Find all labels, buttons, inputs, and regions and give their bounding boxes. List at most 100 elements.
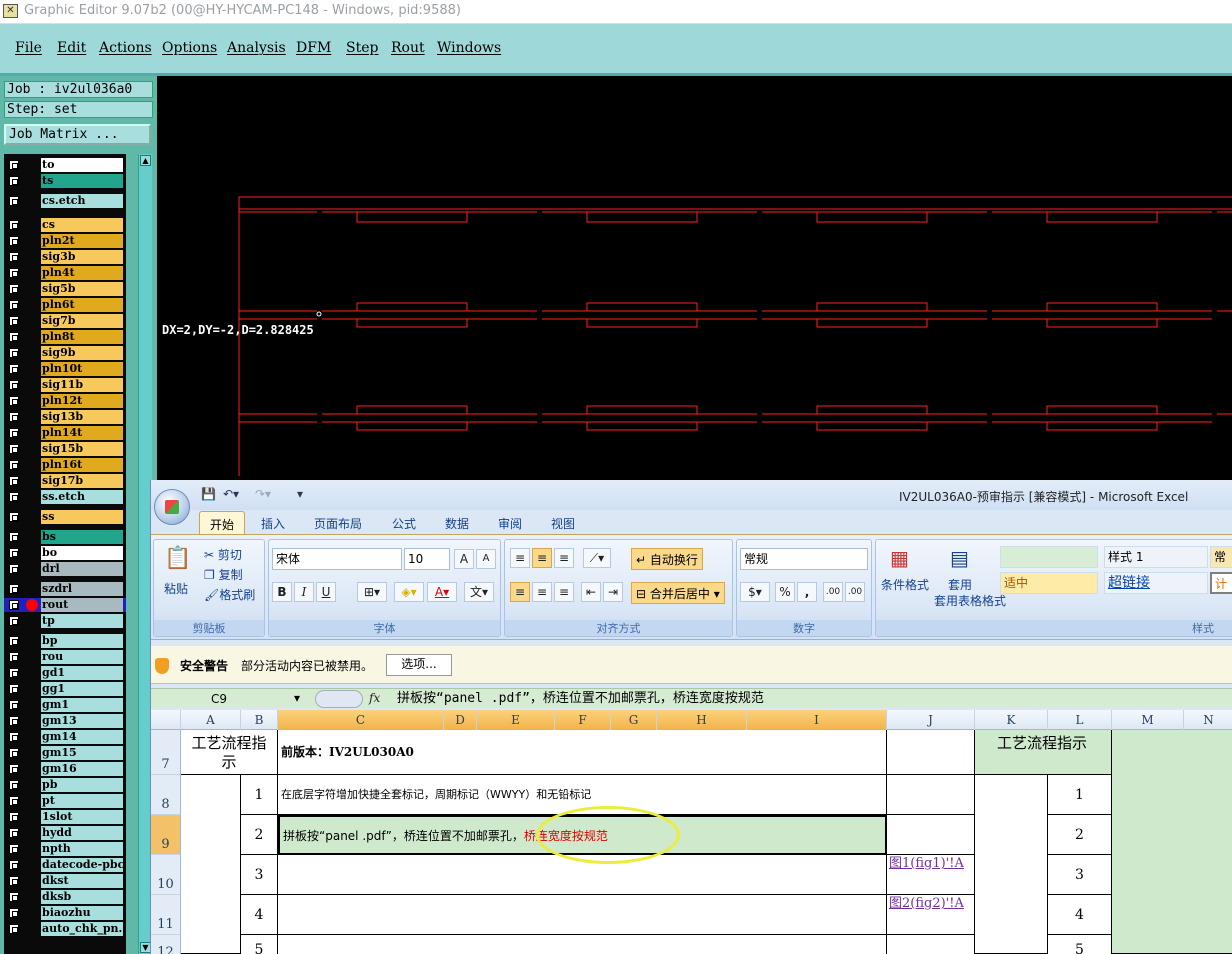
layer-checkbox[interactable] [9, 876, 19, 886]
layer-checkbox[interactable] [9, 860, 19, 870]
layer-checkbox[interactable] [9, 532, 19, 542]
layer-row-pln16t[interactable]: pln16t [4, 458, 126, 472]
cell-c7[interactable]: 前版本：IV2UL030A0 [278, 730, 887, 775]
decrease-decimal-button[interactable]: .00 [845, 582, 865, 602]
layer-row-gm1[interactable]: gm1 [4, 698, 126, 712]
layer-row-sig11b[interactable]: sig11b [4, 378, 126, 392]
menu-actions[interactable]: Actions [99, 40, 152, 56]
layer-row-sig17b[interactable]: sig17b [4, 474, 126, 488]
cell-l11[interactable]: 4 [1048, 895, 1112, 935]
font-color-icon[interactable]: A▾ [427, 582, 457, 602]
layer-row-hydd[interactable]: hydd [4, 826, 126, 840]
col-header-c[interactable]: C [278, 710, 444, 730]
italic-button[interactable]: I [294, 582, 314, 602]
redo-icon[interactable]: ↷▾ [255, 487, 271, 501]
col-header-d[interactable]: D [444, 710, 477, 730]
cell-c12[interactable] [278, 935, 887, 954]
worksheet-grid[interactable]: 7 8 9 10 11 12 工艺流程指示 1 2 3 4 5 前版本：IV2U… [151, 730, 1232, 954]
layer-checkbox[interactable] [9, 160, 19, 170]
layer-checkbox[interactable] [9, 512, 19, 522]
layer-checkbox[interactable] [9, 428, 19, 438]
layer-row-tp[interactable]: tp [4, 614, 126, 628]
tab-formulas[interactable]: 公式 [392, 515, 416, 532]
comma-button[interactable]: , [797, 582, 817, 602]
bold-button[interactable]: B [272, 582, 292, 602]
layer-checkbox[interactable] [9, 492, 19, 502]
col-header-k[interactable]: K [975, 710, 1048, 730]
table-format-icon[interactable]: ▤ [950, 546, 969, 570]
cell-b9[interactable]: 2 [241, 815, 278, 855]
cell-j10[interactable]: 图1(fig1)'!A [887, 855, 975, 895]
layer-checkbox[interactable] [9, 780, 19, 790]
layer-row-gm15[interactable]: gm15 [4, 746, 126, 760]
qat-customize-icon[interactable]: ▾ [297, 487, 303, 501]
grow-font-icon[interactable]: A [454, 549, 474, 569]
layer-checkbox[interactable] [9, 444, 19, 454]
style-hyperlink-swatch[interactable]: 超链接 [1104, 572, 1208, 594]
cell-k7-l7[interactable]: 工艺流程指示 [975, 730, 1112, 775]
col-header-a[interactable]: A [181, 710, 241, 730]
cell-j11[interactable]: 图2(fig2)'!A [887, 895, 975, 935]
layer-row-ss-etch[interactable]: ss.etch [4, 490, 126, 504]
align-bottom-icon[interactable]: ≡ [554, 548, 574, 568]
percent-button[interactable]: % [775, 582, 795, 602]
layer-row-sig13b[interactable]: sig13b [4, 410, 126, 424]
style-calc-swatch[interactable]: 计 [1210, 572, 1232, 594]
paste-button[interactable]: 粘贴 [164, 580, 188, 597]
shrink-font-icon[interactable]: A [476, 549, 496, 569]
layer-row-gd1[interactable]: gd1 [4, 666, 126, 680]
layer-row-rou[interactable]: rou [4, 650, 126, 664]
cell-a8-a12[interactable] [181, 775, 241, 954]
col-header-f[interactable]: F [555, 710, 611, 730]
border-icon[interactable]: ⊞▾ [357, 582, 387, 602]
col-header-g[interactable]: G [611, 710, 657, 730]
layer-row-pln6t[interactable]: pln6t [4, 298, 126, 312]
layer-checkbox[interactable] [9, 732, 19, 742]
format-painter-button[interactable]: 🖌格式刷 [204, 586, 255, 603]
col-header-m[interactable]: M [1112, 710, 1184, 730]
layer-checkbox[interactable] [9, 616, 19, 626]
align-center-icon[interactable]: ≡ [532, 582, 552, 602]
menu-rout[interactable]: Rout [391, 40, 425, 56]
layer-row-cs-etch[interactable]: cs.etch [4, 194, 126, 208]
menu-edit[interactable]: Edit [57, 40, 86, 56]
tab-home[interactable]: 开始 [199, 511, 246, 534]
tab-review[interactable]: 审阅 [498, 515, 522, 532]
layer-row-gm13[interactable]: gm13 [4, 714, 126, 728]
underline-button[interactable]: U [316, 582, 336, 602]
align-top-icon[interactable]: ≡ [510, 548, 530, 568]
decrease-indent-icon[interactable]: ⇤ [581, 582, 601, 602]
style-swatch-blank[interactable] [1000, 546, 1098, 568]
layer-checkbox[interactable] [9, 196, 19, 206]
orientation-icon[interactable]: ⟋▾ [583, 548, 611, 568]
increase-decimal-button[interactable]: .00 [823, 582, 843, 602]
cut-button[interactable]: ✂ 剪切 [204, 546, 242, 563]
col-header-i[interactable]: I [747, 710, 887, 730]
layer-row-pln14t[interactable]: pln14t [4, 426, 126, 440]
layer-checkbox[interactable] [9, 396, 19, 406]
cond-format-button[interactable]: 条件格式 [881, 576, 929, 593]
tab-view[interactable]: 视图 [551, 515, 575, 532]
layer-checkbox[interactable] [9, 828, 19, 838]
layer-row-pln4t[interactable]: pln4t [4, 266, 126, 280]
undo-icon[interactable]: ↶▾ [223, 487, 239, 501]
layer-row-pln10t[interactable]: pln10t [4, 362, 126, 376]
layer-checkbox[interactable] [9, 332, 19, 342]
layer-row-ss[interactable]: ss [4, 510, 126, 524]
cell-j8[interactable] [887, 775, 975, 815]
col-header-j[interactable]: J [887, 710, 975, 730]
table-format-top[interactable]: 套用 [948, 576, 972, 593]
layer-row-gm14[interactable]: gm14 [4, 730, 126, 744]
layer-checkbox[interactable] [9, 668, 19, 678]
row-header-7[interactable]: 7 [151, 730, 181, 775]
cell-l8[interactable]: 1 [1048, 775, 1112, 815]
layer-row-dksb[interactable]: dksb [4, 890, 126, 904]
layer-checkbox[interactable] [9, 924, 19, 934]
layer-row-cs[interactable]: cs [4, 218, 126, 232]
layer-checkbox[interactable] [9, 564, 19, 574]
increase-indent-icon[interactable]: ⇥ [603, 582, 623, 602]
col-header-e[interactable]: E [477, 710, 555, 730]
layer-row-1slot[interactable]: 1slot [4, 810, 126, 824]
menu-windows[interactable]: Windows [437, 40, 501, 56]
layer-row-ts[interactable]: ts [4, 174, 126, 188]
